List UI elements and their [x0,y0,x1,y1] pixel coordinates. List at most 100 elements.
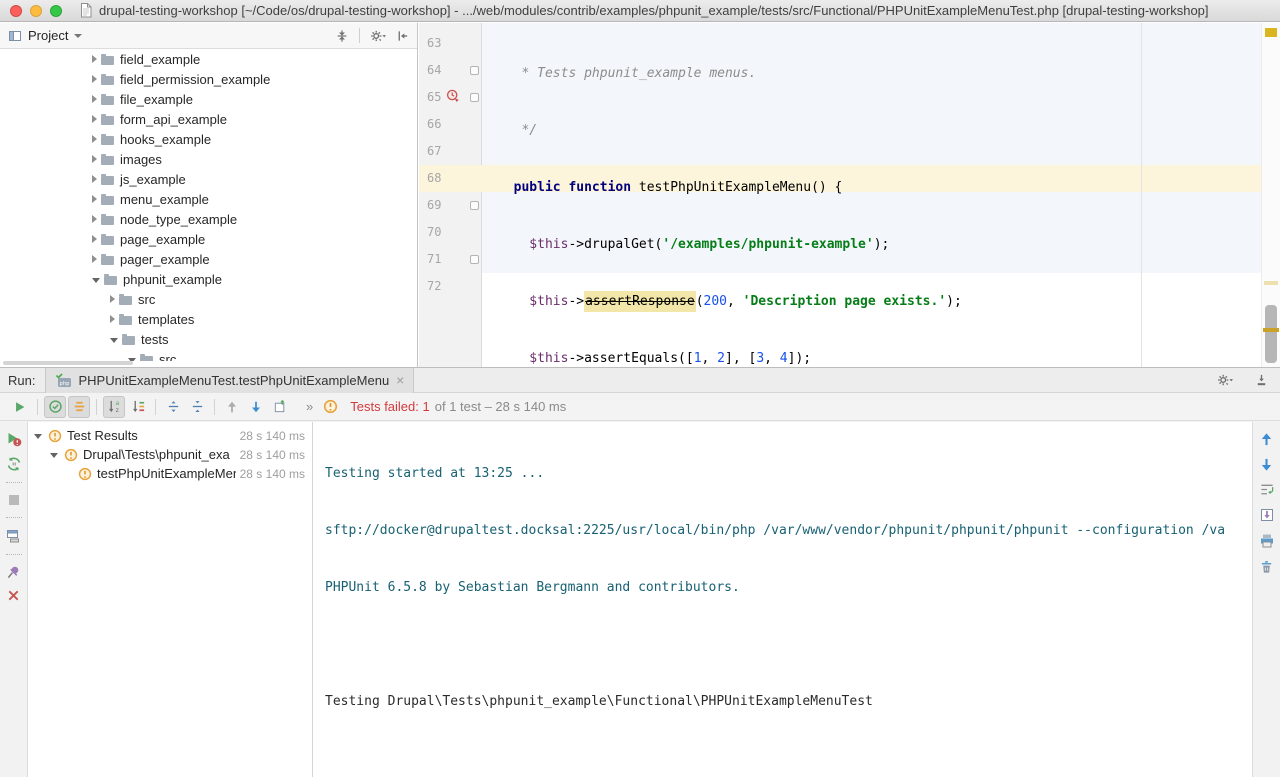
run-label: Run: [8,373,35,388]
tree-item-pager_example[interactable]: pager_example [0,249,416,269]
tree-item-file_example[interactable]: file_example [0,89,416,109]
chevron-right-icon[interactable] [92,235,97,243]
chevron-right-icon[interactable] [92,95,97,103]
tree-item-field_permission_example[interactable]: field_permission_example [0,69,416,89]
tree-item-tests[interactable]: tests [0,329,416,349]
tree-item-node_type_example[interactable]: node_type_example [0,209,416,229]
fold-marker[interactable] [470,255,479,264]
toolbar-overflow-icon[interactable]: » [306,399,313,414]
tree-item-templates[interactable]: templates [0,309,416,329]
chevron-right-icon[interactable] [92,195,97,203]
soft-wrap-icon[interactable] [1259,482,1275,497]
chevron-right-icon[interactable] [92,255,97,263]
chevron-right-icon[interactable] [92,115,97,123]
chevron-right-icon[interactable] [92,55,97,63]
editor-scrollbar-thumb[interactable] [1265,305,1277,363]
code-text[interactable]: * Tests phpunit_example menus. */ public… [498,30,1240,367]
chevron-right-icon[interactable] [92,215,97,223]
failed-test-clock-icon[interactable] [446,89,460,103]
export-test-results-icon[interactable] [269,396,291,418]
print-icon[interactable] [1259,533,1275,549]
restore-layout-icon[interactable] [6,528,22,544]
toggle-auto-test-icon[interactable] [6,456,22,472]
folder-icon [101,76,114,85]
hide-panel-icon[interactable] [396,29,409,43]
window-title: drupal-testing-workshop [~/Code/os/drupa… [99,3,1209,18]
project-panel: Project field_example field_permission_e… [0,23,418,367]
test-tree-root[interactable]: Test Results 28 s 140 ms [28,426,312,445]
chevron-down-icon[interactable] [50,453,58,458]
close-icon[interactable] [7,589,20,602]
collapse-all-icon[interactable] [335,29,349,43]
chevron-down-icon[interactable] [110,338,118,343]
code-line-63: * Tests phpunit_example menus. [498,60,1240,87]
tree-item-js_example[interactable]: js_example [0,169,416,189]
test-tree-method[interactable]: testPhpUnitExampleMen 28 s 140 ms [28,464,312,483]
console-command-line: sftp://docker@drupaltest.docksal:2225/us… [325,517,1250,544]
rerun-icon[interactable] [9,396,31,418]
sort-alphabetically-icon[interactable]: az [103,396,125,418]
chevron-down-icon[interactable] [74,34,82,38]
down-stacktrace-icon[interactable] [1259,457,1274,472]
chevron-right-icon[interactable] [92,75,97,83]
project-panel-title[interactable]: Project [28,28,68,43]
tree-item-images[interactable]: images [0,149,416,169]
chevron-right-icon[interactable] [110,295,115,303]
sort-by-duration-icon[interactable] [127,396,149,418]
folder-icon [122,336,135,345]
test-tree-class[interactable]: Drupal\Tests\phpunit_exa 28 s 140 ms [28,445,312,464]
chevron-down-icon[interactable] [92,278,100,283]
code-editor[interactable]: 63 64 65 66 67 68 69 70 71 72 * Tests ph… [419,23,1280,367]
warning-stripe-mark[interactable] [1263,328,1279,332]
error-stripe [1261,23,1280,367]
fold-marker[interactable] [470,66,479,75]
clear-all-icon[interactable] [1259,559,1274,575]
expand-all-icon[interactable] [162,396,184,418]
gear-icon[interactable] [370,29,386,43]
show-ignored-icon[interactable] [68,396,90,418]
horizontal-scrollbar[interactable] [3,361,133,365]
scroll-to-end-icon[interactable] [1259,507,1275,523]
minimize-window-button[interactable] [30,5,42,17]
gear-icon[interactable] [1217,373,1233,387]
tree-item-src[interactable]: src [0,289,416,309]
tree-item-hooks_example[interactable]: hooks_example [0,129,416,149]
chevron-right-icon[interactable] [92,175,97,183]
pin-tab-icon[interactable] [6,565,21,580]
warning-stripe-mark[interactable] [1264,281,1278,285]
chevron-right-icon[interactable] [92,135,97,143]
test-console[interactable]: Testing started at 13:25 ... sftp://dock… [313,422,1253,777]
chevron-right-icon[interactable] [92,155,97,163]
folder-icon [101,176,114,185]
console-line: PHPUnit 6.5.8 by Sebastian Bergmann and … [325,574,1250,601]
tree-item-form_api_example[interactable]: form_api_example [0,109,416,129]
tree-item-page_example[interactable]: page_example [0,229,416,249]
inspection-status-indicator[interactable] [1265,28,1277,37]
previous-failed-icon[interactable] [221,396,243,418]
warning-icon [48,429,62,443]
up-stacktrace-icon[interactable] [1259,432,1274,447]
project-panel-header: Project [0,23,417,49]
fold-marker[interactable] [470,93,479,102]
run-tab-phpunit[interactable]: php PHPUnitExampleMenuTest.testPhpUnitEx… [45,368,414,393]
close-tab-icon[interactable]: × [396,373,404,387]
chevron-right-icon[interactable] [110,315,115,323]
warning-icon [78,467,92,481]
fold-marker[interactable] [470,201,479,210]
chevron-down-icon[interactable] [34,434,42,439]
tree-item-field_example[interactable]: field_example [0,49,416,69]
show-passed-icon[interactable] [44,396,66,418]
next-failed-icon[interactable] [245,396,267,418]
collapse-all-icon[interactable] [186,396,208,418]
folder-icon [140,356,153,362]
close-window-button[interactable] [10,5,22,17]
console-right-toolbar [1253,422,1280,777]
zoom-window-button[interactable] [50,5,62,17]
stop-icon[interactable] [7,493,21,507]
tree-item-tests-src[interactable]: src [0,349,416,361]
tree-item-menu_example[interactable]: menu_example [0,189,416,209]
hide-panel-icon[interactable] [1255,373,1268,387]
console-line: Testing Drupal\Tests\phpunit_example\Fun… [325,688,1250,715]
tree-item-phpunit_example[interactable]: phpunit_example [0,269,416,289]
rerun-failed-tests-icon[interactable] [6,431,22,447]
